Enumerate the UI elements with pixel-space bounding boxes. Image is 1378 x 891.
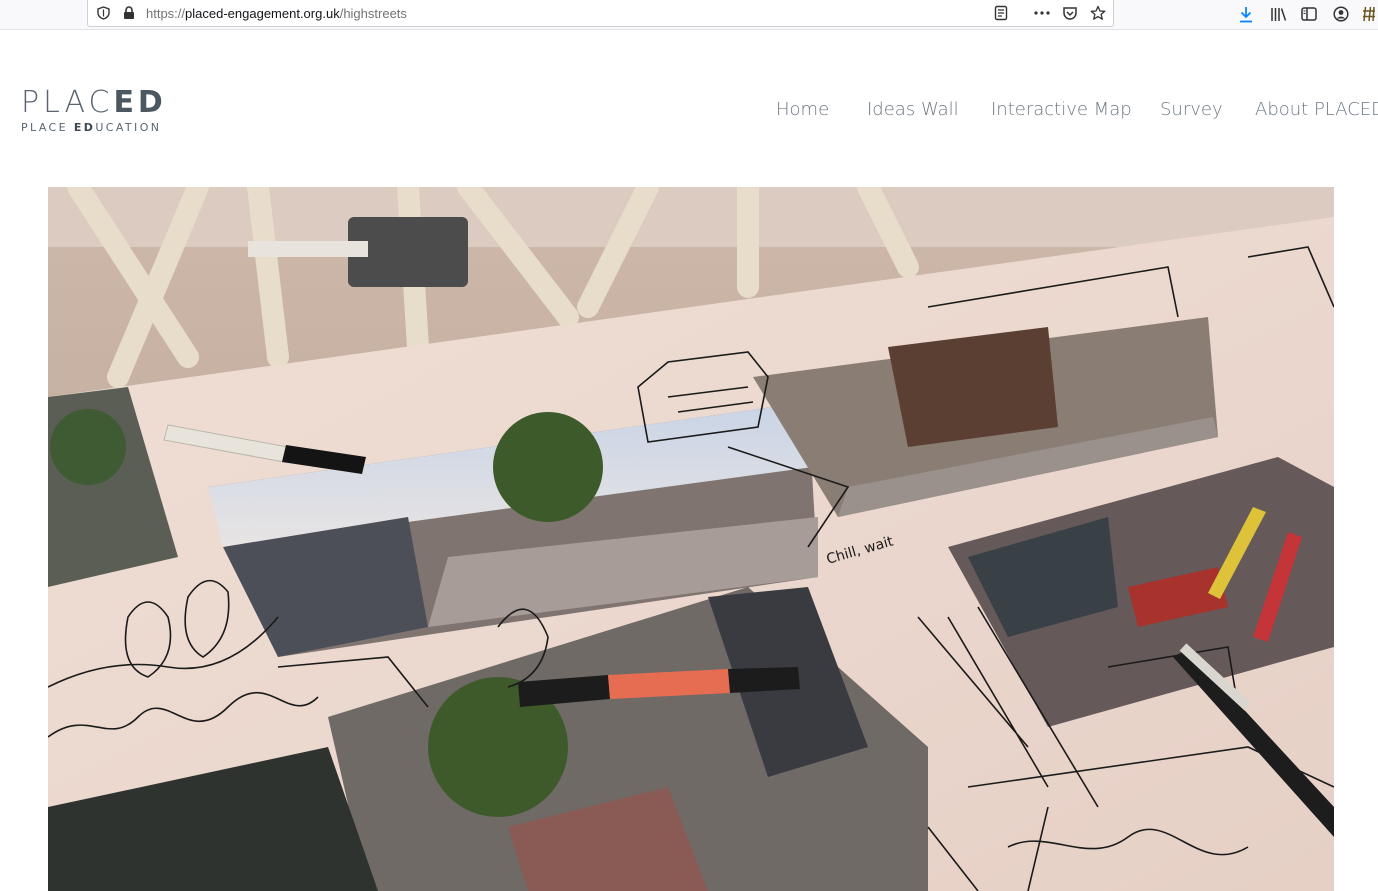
nav-survey[interactable]: Survey xyxy=(1160,99,1223,120)
shield-icon[interactable] xyxy=(94,4,112,22)
url-path: /highstreets xyxy=(339,6,407,21)
nav-interactive-map[interactable]: Interactive Map xyxy=(991,99,1132,120)
sidebar-icon[interactable] xyxy=(1300,5,1318,23)
url-bar[interactable]: https://placed-engagement.org.uk/highstr… xyxy=(87,0,1114,27)
account-icon[interactable] xyxy=(1332,5,1350,23)
reader-view-icon[interactable] xyxy=(992,4,1010,22)
nav-about-placed[interactable]: About PLACED xyxy=(1255,99,1378,120)
more-icon[interactable] xyxy=(1033,4,1051,22)
browser-toolbar: https://placed-engagement.org.uk/highstr… xyxy=(0,0,1378,30)
bookmark-star-icon[interactable] xyxy=(1089,4,1107,22)
url-text[interactable]: https://placed-engagement.org.uk/highstr… xyxy=(146,6,407,21)
download-icon[interactable] xyxy=(1237,5,1255,23)
library-icon[interactable] xyxy=(1269,5,1287,23)
nav-home[interactable]: Home xyxy=(776,99,829,120)
main-nav: Home Ideas Wall Interactive Map Survey A… xyxy=(0,99,1378,123)
lock-icon[interactable] xyxy=(120,4,138,22)
pocket-icon[interactable] xyxy=(1061,4,1079,22)
url-domain: placed-engagement.org.uk xyxy=(185,6,340,21)
extension-icon[interactable] xyxy=(1360,5,1378,23)
nav-ideas-wall[interactable]: Ideas Wall xyxy=(867,99,959,120)
hero-photo: Chill, wait xyxy=(48,187,1334,891)
hero-illustration: Chill, wait xyxy=(48,187,1334,891)
